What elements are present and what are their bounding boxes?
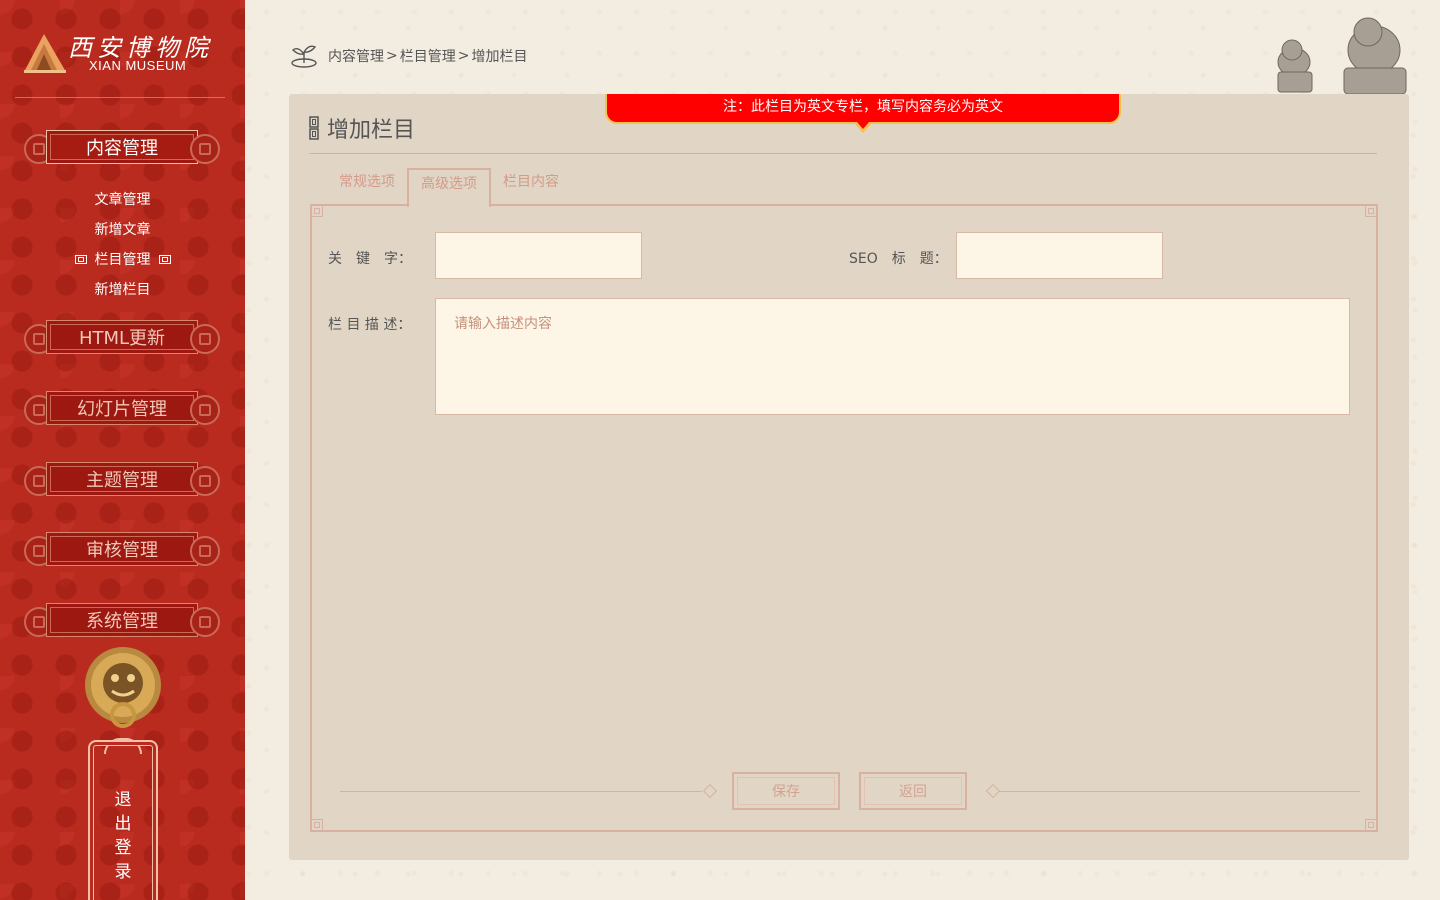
ornament-icon [190,607,220,637]
logo[interactable]: 西安博物院 XIAN MUSEUM [22,28,222,78]
tab-general-options[interactable]: 常规选项 [327,168,407,205]
form-frame: 关 键 字： SEO 标 题： 栏 目 描 述： [310,204,1378,832]
menu-label: HTML更新 [78,328,166,349]
logo-name-en: XIAN MUSEUM [89,58,187,73]
corner-ornament-icon [311,819,323,831]
save-button[interactable]: 保存 [732,772,840,810]
menu-label: 审核管理 [86,540,158,561]
ornament-icon [190,395,220,425]
seo-title-input[interactable] [956,232,1163,279]
breadcrumb-item[interactable]: 栏目管理 [400,46,456,66]
title-divider [309,153,1377,154]
submenu-item-new-column[interactable]: 新增栏目 [0,275,245,305]
menu-label: 内容管理 [86,138,158,159]
keywords-label: 关 键 字： [328,251,412,267]
fret-pattern-icon [309,116,319,140]
menu-theme-management[interactable]: 主题管理 [24,458,220,500]
sidebar-divider [15,97,225,98]
ornament-icon [190,466,220,496]
ornament-icon [190,134,220,164]
description-textarea[interactable] [435,298,1350,415]
breadcrumb: 内容管理 > 栏目管理 > 增加栏目 [290,44,527,68]
english-column-notice: 注：此栏目为英文专栏，填写内容务必为英文 [605,94,1121,124]
menu-label: 主题管理 [86,470,158,491]
stone-lions-icon [1277,17,1407,95]
ornament-icon [190,536,220,566]
menu-label: 系统管理 [86,611,158,632]
current-marker-icon [74,254,87,264]
sprout-home-icon [291,45,317,68]
breadcrumb-item[interactable]: 内容管理 [328,46,384,66]
sidebar: 西安博物院 XIAN MUSEUM 内容管理 文章管理 新增文章 栏目管理 新增… [0,0,245,900]
menu-label: 幻灯片管理 [77,399,167,420]
ornament-icon [190,324,220,354]
tabs: 常规选项 高级选项 栏目内容 [327,168,571,207]
diamond-ornament-icon [702,783,718,799]
corner-ornament-icon [1365,205,1377,217]
submenu-item-new-article[interactable]: 新增文章 [0,215,245,245]
diamond-ornament-icon [985,783,1001,799]
current-marker-icon [158,254,171,264]
submenu: 文章管理 新增文章 栏目管理 新增栏目 [0,185,245,305]
door-knocker-icon [85,647,161,728]
description-label: 栏 目 描 述： [328,317,412,333]
logout-label: 退出登录 [114,790,132,882]
page-title: 增加栏目 [309,112,415,144]
tab-column-content[interactable]: 栏目内容 [491,168,571,205]
menu-system-management[interactable]: 系统管理 [24,599,220,641]
back-button[interactable]: 返回 [859,772,967,810]
menu-content-management[interactable]: 内容管理 [24,126,220,168]
breadcrumb-item-current: 增加栏目 [471,49,528,65]
submenu-item-article-management[interactable]: 文章管理 [0,185,245,215]
footer-divider [340,791,702,792]
seo-title-label: SEO 标 题： [849,251,948,267]
keywords-input[interactable] [435,232,642,279]
footer-divider [998,791,1360,792]
menu-review-management[interactable]: 审核管理 [24,528,220,570]
submenu-item-column-management[interactable]: 栏目管理 [0,245,245,275]
menu-html-update[interactable]: HTML更新 [24,316,220,358]
tab-advanced-options[interactable]: 高级选项 [407,168,491,207]
main-panel: 注：此栏目为英文专栏，填写内容务必为英文 增加栏目 常规选项 高级选项 栏目内容… [289,94,1409,860]
corner-ornament-icon [1365,819,1377,831]
menu-slideshow-management[interactable]: 幻灯片管理 [24,387,220,429]
corner-ornament-icon [311,205,323,217]
logout-button[interactable]: 退出登录 [88,740,158,900]
museum-logo-icon [24,34,66,73]
